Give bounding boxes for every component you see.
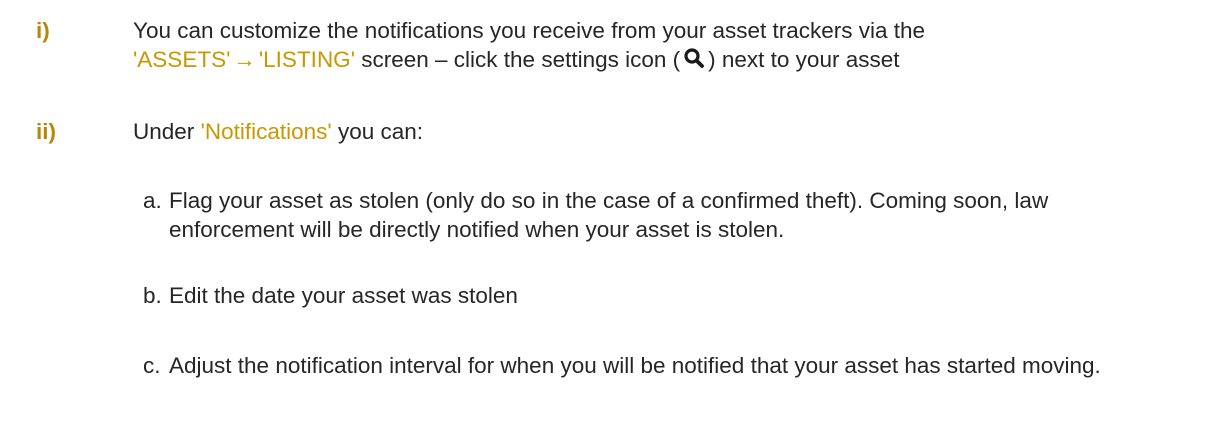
listing-menu-ref: 'LISTING' <box>258 47 355 72</box>
arrow-icon: → <box>233 47 256 72</box>
notifications-menu-ref: 'Notifications' <box>200 119 332 144</box>
sub-item-text: Adjust the notification interval for whe… <box>169 353 1101 378</box>
item-text-end: ) next to your asset <box>708 47 900 72</box>
sub-item-marker: b. <box>143 283 162 308</box>
item-text-middle: screen – click the settings icon ( <box>361 47 681 72</box>
sub-item-marker: a. <box>143 188 162 213</box>
document-page: i) You can customize the notifications y… <box>0 0 1215 440</box>
sub-item-marker: c. <box>143 353 161 378</box>
item-marker: ii) <box>36 119 56 144</box>
sub-item-text: Edit the date your asset was stolen <box>169 283 518 308</box>
item-text-intro: Under <box>133 119 195 144</box>
assets-menu-ref: 'ASSETS' <box>133 47 231 72</box>
sub-item-text: Flag your asset as stolen (only do so in… <box>169 188 1049 242</box>
item-text-intro: You can customize the notifications you … <box>133 18 926 43</box>
item-text: You can customize the notifications you … <box>133 16 1193 74</box>
search-icon <box>682 46 706 70</box>
item-marker: i) <box>36 18 50 43</box>
item-text-end: you can: <box>337 119 424 144</box>
item-text: Under 'Notifications' you can: <box>133 117 1193 146</box>
